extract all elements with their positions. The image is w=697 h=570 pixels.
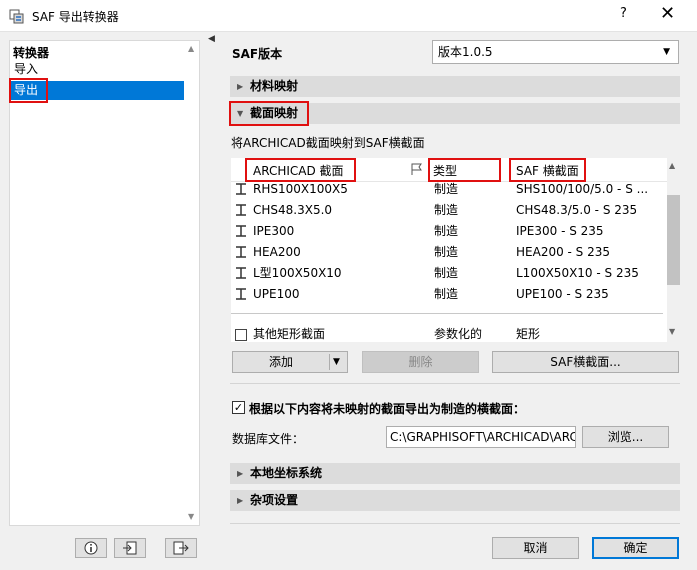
row-profile-type: 制造: [434, 287, 459, 301]
import-file-button[interactable]: [114, 538, 146, 558]
database-path-field[interactable]: C:\GRAPHISOFT\ARCHICAD\ARC: [386, 426, 576, 448]
table-row[interactable]: RHS100X100X5 制造 SHS100/100/5.0 - S ...: [231, 179, 663, 200]
close-button[interactable]: ✕: [660, 3, 675, 24]
table-row[interactable]: UPE100 制造 UPE100 - S 235: [231, 284, 663, 305]
beam-profile-icon: [236, 246, 246, 258]
profile-mapping-description: 将ARCHICAD截面映射到SAF横截面: [231, 136, 425, 150]
expand-triangle-icon: ▶: [237, 496, 244, 505]
row-saf-profile: UPE100 - S 235: [516, 287, 609, 301]
chevron-down-icon: ▼: [663, 47, 670, 57]
converter-list: [9, 40, 200, 526]
row-profile-type: 制造: [434, 182, 459, 196]
export-icon: [173, 541, 189, 555]
window-title: SAF 导出转换器: [32, 10, 119, 24]
chevron-down-icon[interactable]: ▼: [333, 352, 340, 372]
separator: [230, 383, 680, 384]
row-profile-type: 制造: [434, 203, 459, 217]
add-split-divider: [329, 354, 330, 370]
row-profile-name: HEA200: [253, 245, 301, 259]
saf-version-value: 版本1.0.5: [438, 45, 493, 59]
table-row[interactable]: L型100X50X10 制造 L100X50X10 - S 235: [231, 263, 663, 284]
section-local-coordinates[interactable]: ▶ 本地坐标系统: [230, 463, 680, 484]
export-unmapped-checkbox[interactable]: ✓: [232, 401, 245, 414]
row-profile-type: 参数化的: [434, 327, 483, 341]
section-misc-settings[interactable]: ▶ 杂项设置: [230, 490, 680, 511]
converter-list-header: 转换器: [13, 46, 50, 60]
row-saf-profile: SHS100/100/5.0 - S ...: [516, 182, 649, 196]
table-scrollbar-thumb[interactable]: [667, 195, 680, 285]
row-saf-profile: 矩形: [516, 327, 541, 341]
info-button[interactable]: [75, 538, 107, 558]
help-button[interactable]: ?: [620, 6, 627, 21]
flag-icon[interactable]: [410, 163, 424, 176]
row-profile-type: 制造: [434, 266, 459, 280]
section-local-coordinates-label: 本地坐标系统: [250, 466, 323, 480]
section-misc-settings-label: 杂项设置: [250, 493, 299, 507]
table-row[interactable]: CHS48.3X5.0 制造 CHS48.3/5.0 - S 235: [231, 200, 663, 221]
cancel-button[interactable]: 取消: [492, 537, 579, 559]
beam-profile-icon: [236, 267, 246, 279]
row-saf-profile: HEA200 - S 235: [516, 245, 611, 259]
app-icon: [9, 9, 24, 24]
table-row[interactable]: HEA200 制造 HEA200 - S 235: [231, 242, 663, 263]
scroll-down-icon[interactable]: ▼: [188, 512, 194, 521]
beam-profile-icon: [236, 204, 246, 216]
highlight-profile-mapping: [229, 101, 309, 126]
ok-button[interactable]: 确定: [592, 537, 679, 559]
row-profile-name: 其他矩形截面: [253, 327, 326, 341]
row-profile-name: L型100X50X10: [253, 266, 342, 280]
separator: [230, 523, 680, 524]
scroll-up-icon[interactable]: ▲: [188, 44, 194, 53]
profile-table: RHS100X100X5 制造 SHS100/100/5.0 - S ... C…: [231, 182, 667, 342]
row-profile-type: 制造: [434, 245, 459, 259]
table-divider: [231, 313, 663, 314]
export-file-button[interactable]: [165, 538, 197, 558]
row-profile-name: IPE300: [253, 224, 295, 238]
expand-triangle-icon: ▶: [237, 82, 244, 91]
import-icon: [123, 541, 137, 555]
row-profile-name: RHS100X100X5: [253, 182, 348, 196]
row-saf-profile: IPE300 - S 235: [516, 224, 604, 238]
export-unmapped-label: 根据以下内容将未映射的截面导出为制造的横截面：: [249, 402, 526, 416]
scroll-up-icon[interactable]: ▲: [669, 161, 675, 170]
saf-profile-button[interactable]: SAF横截面...: [492, 351, 679, 373]
sidebar-item-import[interactable]: 导入: [11, 60, 184, 79]
beam-profile-icon: [236, 225, 246, 237]
add-button[interactable]: 添加 ▼: [232, 351, 348, 373]
expand-triangle-icon: ▶: [237, 469, 244, 478]
highlight-export: [9, 78, 48, 103]
info-icon: [84, 541, 98, 555]
section-material-mapping-label: 材料映射: [250, 79, 299, 93]
row-saf-profile: CHS48.3/5.0 - S 235: [516, 203, 638, 217]
beam-profile-icon: [236, 183, 246, 195]
beam-profile-icon: [236, 288, 246, 300]
scroll-down-icon[interactable]: ▼: [669, 327, 675, 336]
table-row[interactable]: IPE300 制造 IPE300 - S 235: [231, 221, 663, 242]
browse-button[interactable]: 浏览...: [582, 426, 669, 448]
other-profile-checkbox[interactable]: [235, 329, 247, 341]
collapse-panel-icon[interactable]: ◀: [208, 34, 215, 44]
saf-version-select[interactable]: 版本1.0.5 ▼: [432, 40, 679, 64]
row-saf-profile: L100X50X10 - S 235: [516, 266, 639, 280]
table-row-other[interactable]: 其他矩形截面 参数化的 矩形: [231, 324, 663, 345]
row-profile-name: UPE100: [253, 287, 300, 301]
saf-version-label: SAF版本: [232, 47, 283, 61]
add-button-label: 添加: [268, 355, 293, 369]
database-file-label: 数据库文件：: [232, 432, 305, 446]
delete-button[interactable]: 删除: [362, 351, 479, 373]
row-profile-type: 制造: [434, 224, 459, 238]
section-material-mapping[interactable]: ▶ 材料映射: [230, 76, 680, 97]
row-profile-name: CHS48.3X5.0: [253, 203, 333, 217]
